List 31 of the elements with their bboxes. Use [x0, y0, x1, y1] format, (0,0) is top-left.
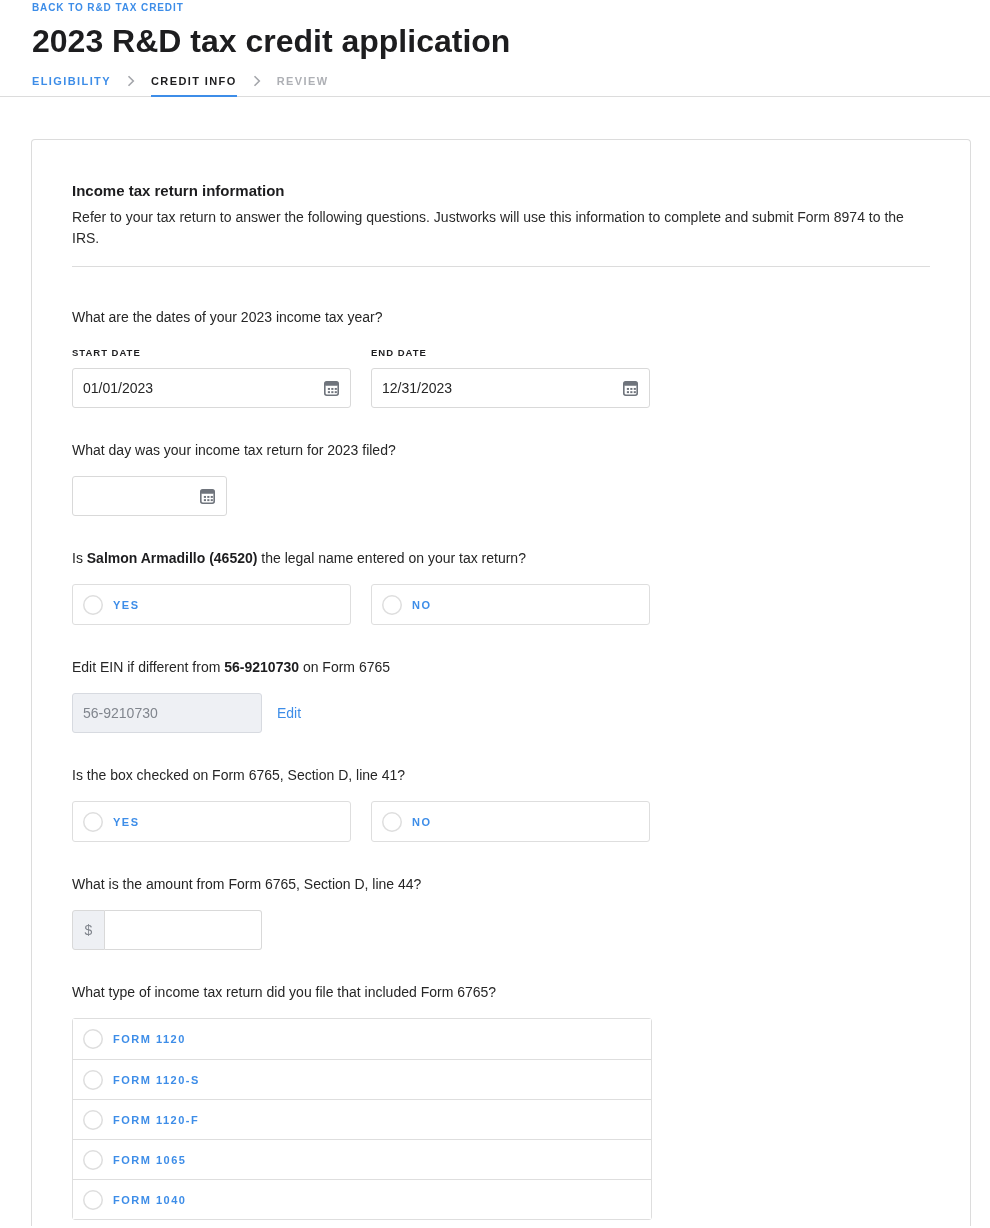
step-tab[interactable]: CREDIT INFO [150, 74, 237, 97]
question-text: What are the dates of your 2023 income tax year? [72, 308, 384, 327]
chevron-right-icon [252, 75, 261, 87]
question-text: What day was your income tax return for 2023 filed? [72, 441, 397, 460]
section-title: Income tax return information [72, 181, 286, 201]
radio-option[interactable]: NO [371, 584, 650, 625]
chevron-right-icon [126, 75, 135, 87]
date-field[interactable]: 01/01/2023 [72, 368, 351, 408]
radio-option[interactable]: FORM 1040 [73, 1179, 651, 1219]
step-tab[interactable]: REVIEW [276, 74, 329, 97]
question-text: Is the box checked on Form 6765, Section D, line 41? [72, 766, 407, 785]
back-link[interactable]: BACK TO R&D TAX CREDIT [32, 1, 184, 15]
question-text: Is Salmon Armadillo (46520) the legal name entered on your tax return? [72, 549, 527, 568]
date-field[interactable] [72, 476, 227, 516]
section-description: Refer to your tax return to answer the following questions. Justworks will use this information to complete and submit Form 8974 to the IRS. [72, 208, 905, 248]
radio-option[interactable]: NO [371, 801, 650, 842]
radio-option[interactable]: YES [72, 801, 351, 842]
page-title: 2023 R&D tax credit application [32, 23, 511, 59]
date-field[interactable]: 12/31/2023 [371, 368, 650, 408]
calendar-icon [623, 381, 638, 396]
field-label: END DATE [371, 346, 427, 360]
currency-symbol: $ [72, 910, 105, 950]
question-text: What type of income tax return did you file that included Form 6765? [72, 983, 498, 1002]
calendar-icon [200, 489, 215, 504]
step-tab[interactable]: ELIGIBILITY [32, 74, 111, 97]
calendar-icon [324, 381, 339, 396]
radio-option[interactable]: YES [72, 584, 351, 625]
field-label: START DATE [72, 346, 141, 360]
question-text: Edit EIN if different from 56-9210730 on Form 6765 [72, 658, 392, 677]
amount-field[interactable] [105, 910, 262, 950]
question-text: What is the amount from Form 6765, Section D, line 44? [72, 875, 423, 894]
